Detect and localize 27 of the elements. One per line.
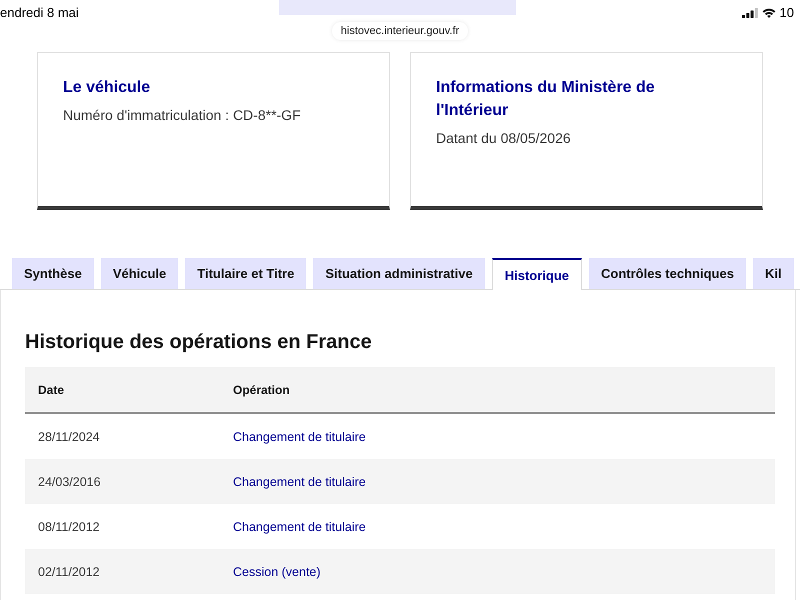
operation-link[interactable]: Changement de titulaire (233, 474, 366, 488)
card-text: Datant du 08/05/2026 (436, 129, 572, 148)
column-header: Date (37, 382, 66, 396)
operation-link[interactable]: Cession (vente) (233, 564, 321, 578)
date-text: 08/11/2012 (38, 520, 100, 534)
column-header: Opération (232, 382, 291, 396)
date-text: 02/11/2012 (38, 564, 100, 578)
signal-icon (742, 8, 758, 18)
tab[interactable]: Historique (492, 258, 582, 290)
tab[interactable]: Véhicule (100, 258, 178, 289)
status-time: endredi 8 mai (0, 5, 79, 21)
card-text: Numéro d'immatriculation : CD-8**-GF (63, 106, 302, 125)
date-text: 24/03/2016 (38, 474, 101, 488)
section-heading: Historique des opérations en France (25, 330, 373, 355)
tab[interactable]: Contrôles techniques (589, 258, 746, 289)
tab[interactable]: Situation administrative (313, 258, 485, 289)
battery-percentage: 10 (780, 5, 794, 21)
operation-link[interactable]: Changement de titulaire (233, 430, 366, 444)
tab[interactable]: Synthèse (12, 258, 94, 289)
card-title: Le véhicule (63, 78, 152, 98)
wifi-icon (762, 8, 776, 18)
tab[interactable]: Kil (752, 258, 794, 289)
operation-link[interactable]: Changement de titulaire (233, 520, 366, 534)
address-bar[interactable]: histovec.interieur.gouv.fr (332, 22, 468, 40)
card-title: Informations du Ministère de l'Intérieur (436, 78, 656, 121)
date-text: 28/11/2024 (38, 430, 100, 444)
tab[interactable]: Titulaire et Titre (185, 258, 306, 289)
